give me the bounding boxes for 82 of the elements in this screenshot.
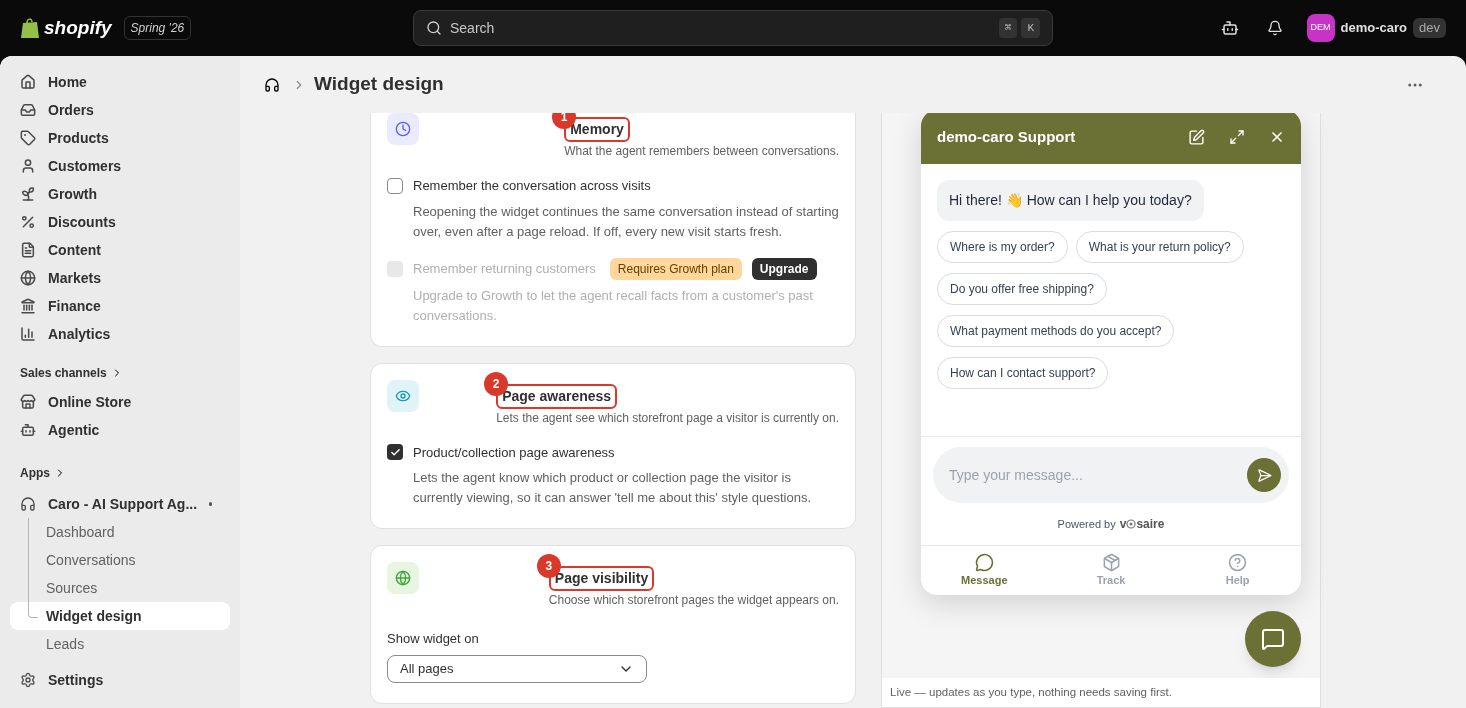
nav-item[interactable]: Settings [10,666,230,694]
brand-logo: v saire [1119,516,1165,533]
nav-item[interactable]: Agentic [10,416,230,444]
box-icon [1101,552,1121,572]
shortcut-key: K [1021,17,1040,39]
inbox-icon [20,102,36,118]
brand-wordmark: shopify [44,15,112,40]
section-heading[interactable]: Apps [20,464,50,482]
nav-subitem[interactable]: Widget design [10,602,230,630]
close-icon[interactable] [1269,129,1285,145]
bell-icon[interactable] [1266,20,1283,36]
edit-icon[interactable] [1188,128,1205,146]
nav-item[interactable]: Products [10,124,230,152]
settings-icon [20,672,36,688]
app-nav-item[interactable]: Caro - AI Support Ag... [10,490,230,518]
field-label: Show widget on [387,630,480,648]
nav-item[interactable]: Home [10,68,230,96]
shortcut-key: ⌘ [998,17,1018,39]
nav-subitem[interactable]: Conversations [10,546,230,574]
checkbox-label: Remember returning customers [413,259,596,278]
nav-item[interactable]: Markets [10,264,230,292]
widget-title: demo-caro Support [937,126,1076,147]
nav-item[interactable]: Orders [10,96,230,124]
document-icon [20,242,36,258]
headset-icon [264,76,280,93]
help-icon [1228,552,1248,572]
search-icon [426,20,442,36]
robot-icon[interactable] [1220,19,1239,37]
widget-tab[interactable]: Message [921,546,1048,595]
tag-icon [20,130,36,146]
section-description: Choose which storefront pages the widget appears on. [548,592,839,609]
chat-bubble-icon [974,552,994,572]
greeting-bubble: Hi there! 👋 How can I help you today? [937,180,1204,221]
checkbox[interactable] [387,444,403,461]
nav-item[interactable]: Content [10,236,230,264]
nav-subitem[interactable]: Leads [10,630,230,658]
help-text: Upgrade to Growth to let the agent recall facts from a customer's past conversations. [412,286,814,325]
dev-badge: dev [1413,18,1446,38]
nav-item[interactable]: Online Store [10,388,230,416]
page-select[interactable]: All pages [387,654,647,683]
chat-icon [1261,627,1285,651]
nav-item[interactable]: Customers [10,152,230,180]
page-title: Widget design [314,72,444,97]
globe-icon [20,270,36,286]
clock-icon [395,121,411,137]
send-icon [1256,467,1272,483]
help-text: Reopening the widget continues the same conversation instead of starting over, even after a page reload. If off, every new visit starts fresh. [412,202,839,241]
robot-icon [20,422,36,438]
chat-launcher-button[interactable] [1245,611,1301,667]
preview-footer: Live — updates as you type, nothing needs saving first. [882,677,1320,707]
send-button[interactable] [1247,458,1281,492]
bar-chart-icon [20,326,36,342]
store-avatar[interactable]: DEM [1306,14,1335,42]
edition-badge: Spring '26 [123,16,192,40]
percent-icon [20,214,36,230]
house-icon [20,74,36,90]
checkbox-label: Product/collection page awareness [413,443,615,462]
section-description: What the agent remembers between conversations. [564,143,839,160]
sprout-icon [20,186,36,202]
search-field[interactable]: Search ⌘ K [413,10,1053,46]
help-text: Lets the agent know which product or collection page the visitor is currently viewing, so it can answer 'tell me about this' style questions. [412,469,813,507]
nav-subitem[interactable]: Dashboard [10,518,230,546]
expand-icon[interactable] [1229,129,1245,145]
store-name[interactable]: demo-caro [1340,18,1408,38]
globe-icon [395,570,411,586]
bank-icon [20,298,36,314]
section-description: Lets the agent see which storefront page a visitor is currently on. [496,409,839,427]
store-icon [20,394,36,410]
checkbox-label: Remember the conversation across visits [413,177,651,195]
person-icon [20,158,36,174]
section-heading[interactable]: Sales channels [20,364,107,382]
nav-item[interactable]: Finance [10,292,230,320]
nav-item[interactable]: Discounts [10,208,230,236]
check-icon [389,446,401,458]
nav-item[interactable]: Growth [10,180,230,208]
powered-by-text: Powered by [1057,516,1116,532]
checkbox[interactable] [387,177,403,194]
nav-subitem[interactable]: Sources [10,574,230,602]
nav-item[interactable]: Analytics [10,320,230,348]
shopping-bag-icon [20,17,40,39]
headset-icon [20,496,36,512]
plan-badge: Requires Growth plan [609,257,742,280]
